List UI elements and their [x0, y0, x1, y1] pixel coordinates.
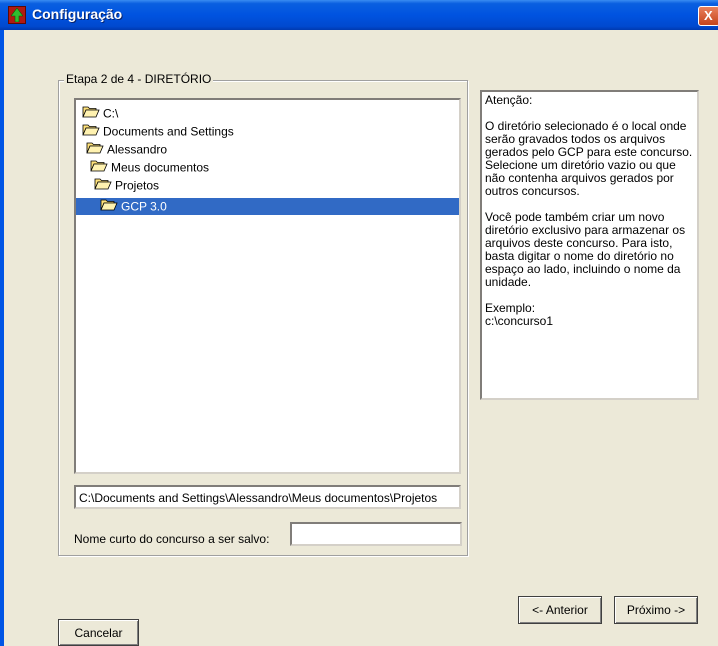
directory-path-field[interactable]: C:\Documents and Settings\Alessandro\Meu…: [74, 485, 461, 509]
open-folder-icon: [90, 159, 108, 178]
attention-panel: Atenção: O diretório selecionado é o loc…: [480, 90, 699, 400]
close-button[interactable]: X: [698, 6, 718, 26]
attention-heading: Atenção:: [485, 93, 533, 107]
close-icon: X: [704, 8, 713, 23]
tree-item-c-drive[interactable]: C:\: [82, 105, 118, 122]
tree-item-label: Projetos: [115, 178, 160, 193]
short-name-input[interactable]: [290, 522, 462, 546]
step-label: Etapa 2 de 4 - DIRETÓRIO: [64, 72, 214, 86]
attention-paragraph: Você pode também criar um novo diretório…: [485, 210, 686, 289]
tree-item-label: Meus documentos: [111, 160, 210, 175]
title-bar: Configuração X: [0, 0, 718, 30]
open-folder-icon: [100, 198, 118, 217]
cancel-button[interactable]: Cancelar: [58, 619, 139, 646]
next-button[interactable]: Próximo ->: [614, 596, 698, 624]
window-frame-left: [0, 30, 4, 646]
tree-item-label: Alessandro: [107, 142, 168, 157]
tree-item-projetos[interactable]: Projetos: [94, 177, 159, 194]
previous-button[interactable]: <- Anterior: [518, 596, 602, 624]
tree-item-label: GCP 3.0: [121, 199, 167, 214]
directory-tree[interactable]: C:\ Documents and Settings Alessandro Me…: [74, 98, 461, 474]
tree-item-alessandro[interactable]: Alessandro: [86, 141, 167, 158]
tree-item-gcp-3-0[interactable]: GCP 3.0: [76, 198, 459, 215]
tree-item-label: C:\: [103, 106, 119, 121]
tree-item-documents-and-settings[interactable]: Documents and Settings: [82, 123, 234, 140]
tree-item-label: Documents and Settings: [103, 124, 234, 139]
attention-paragraph: Selecione um diretório vazio ou que não …: [485, 158, 676, 198]
example-value: c:\concurso1: [485, 314, 554, 328]
open-folder-icon: [82, 105, 100, 124]
tree-item-meus-documentos[interactable]: Meus documentos: [90, 159, 209, 176]
app-icon: [8, 6, 26, 24]
window-title: Configuração: [32, 6, 123, 22]
open-folder-icon: [82, 123, 100, 142]
attention-paragraph: O diretório selecionado é o local onde s…: [485, 119, 693, 159]
open-folder-icon: [94, 177, 112, 196]
open-folder-icon: [86, 141, 104, 160]
short-name-label: Nome curto do concurso a ser salvo:: [74, 532, 270, 546]
